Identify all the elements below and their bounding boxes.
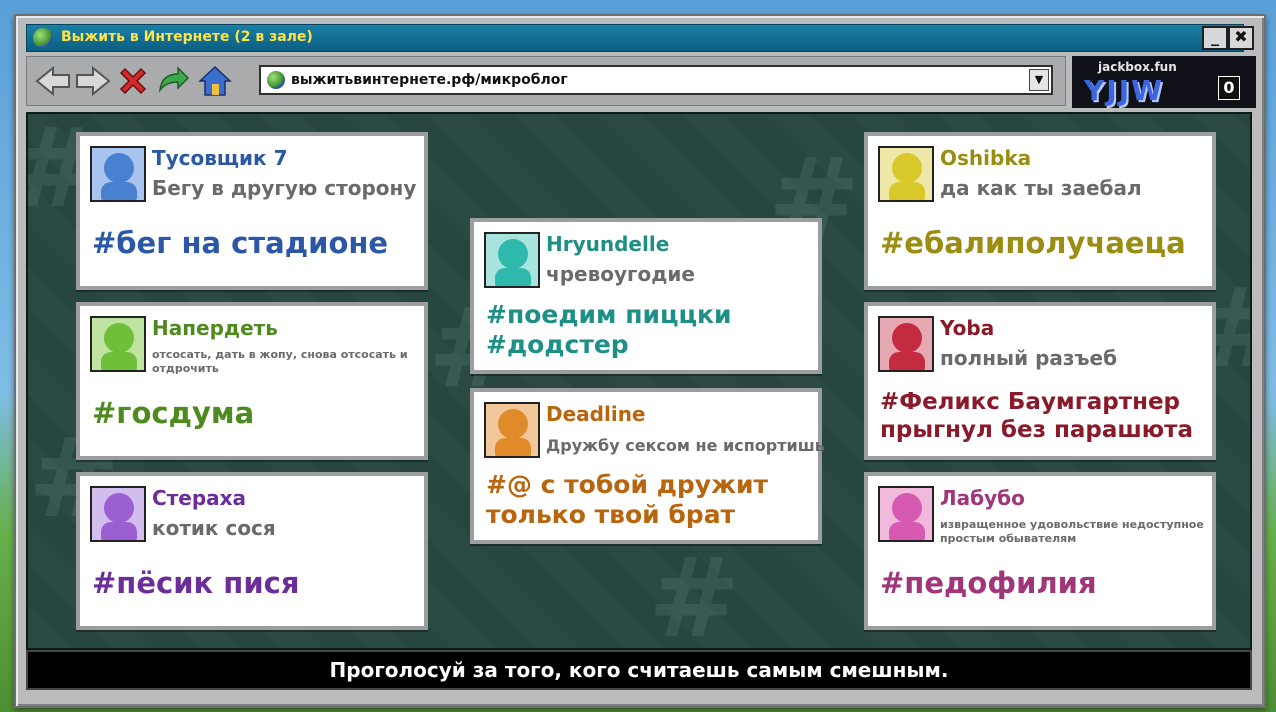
player-name: Hryundelle <box>546 232 670 256</box>
close-button[interactable]: ✖ <box>1228 26 1254 50</box>
avatar <box>484 232 540 288</box>
forward-arrow-icon[interactable] <box>75 64 111 98</box>
post-status: полный разъеб <box>940 346 1118 370</box>
avatar-body-icon <box>101 352 137 370</box>
instruction-text: Проголосуй за того, кого считаешь самым … <box>329 658 949 682</box>
player-name: Стераха <box>152 486 247 510</box>
post-hashtag: #пёсик пися <box>92 566 300 600</box>
avatar <box>90 316 146 372</box>
post-card[interactable]: Стераха котик сося #пёсик пися <box>76 472 428 630</box>
avatar-head-icon <box>892 153 922 183</box>
avatar <box>484 402 540 458</box>
avatar <box>878 146 934 202</box>
avatar-head-icon <box>892 323 922 353</box>
post-card[interactable]: Hryundelle чревоугодие #поедим пиццки #д… <box>470 218 822 374</box>
avatar-head-icon <box>104 323 134 353</box>
browser-window: Выжить в Интернете (2 в зале) _ ✖ выжить… <box>14 14 1266 708</box>
avatar-body-icon <box>889 522 925 540</box>
player-name: Напердеть <box>152 316 278 340</box>
hash-decoration-icon: # <box>648 534 741 650</box>
post-card[interactable]: Напердеть отсосать, дать в жопу, снова о… <box>76 302 428 460</box>
avatar-body-icon <box>101 182 137 200</box>
audience-count: 0 <box>1218 76 1240 100</box>
globe-icon <box>267 71 285 89</box>
avatar-body-icon <box>495 268 531 286</box>
post-hashtag: #ебалиполучаеца <box>880 226 1186 260</box>
player-name: Лабубо <box>940 486 1025 510</box>
refresh-icon[interactable] <box>155 64 191 98</box>
post-hashtag: #Феликс Баумгартнер прыгнул без парашюта <box>880 389 1193 443</box>
home-icon[interactable] <box>197 64 233 98</box>
post-hashtag: #педофилия <box>880 566 1097 600</box>
post-hashtag: #поедим пиццки #додстер <box>486 300 732 359</box>
player-name: Yoba <box>940 316 995 340</box>
post-card[interactable]: Yoba полный разъеб #Феликс Баумгартнер п… <box>864 302 1216 460</box>
avatar-body-icon <box>101 522 137 540</box>
post-status: отсосать, дать в жопу, снова отсосать и … <box>152 348 408 375</box>
post-status: котик сося <box>152 516 276 540</box>
post-status: да как ты заебал <box>940 176 1142 200</box>
post-hashtag: #@ с тобой дружит только твой брат <box>486 470 768 529</box>
player-name: Oshibka <box>940 146 1032 170</box>
room-code-logo: jackbox.fun YJJW 0 <box>1072 56 1256 108</box>
window-title: Выжить в Интернете (2 в зале) <box>61 29 313 45</box>
post-status: чревоугодие <box>546 262 695 286</box>
avatar <box>878 316 934 372</box>
avatar <box>878 486 934 542</box>
avatar-body-icon <box>495 438 531 456</box>
title-bar: Выжить в Интернете (2 в зале) <box>26 24 1244 52</box>
avatar <box>90 146 146 202</box>
back-arrow-icon[interactable] <box>35 64 71 98</box>
globe-icon <box>33 28 53 48</box>
chevron-down-icon[interactable]: ▼ <box>1029 69 1049 91</box>
avatar <box>90 486 146 542</box>
minimize-button[interactable]: _ <box>1202 26 1228 50</box>
address-bar[interactable]: выжитьвинтернете.рф/микроблог ▼ <box>259 65 1053 95</box>
url-text: выжитьвинтернете.рф/микроблог <box>291 72 568 88</box>
site-label: jackbox.fun <box>1098 60 1177 74</box>
player-name: Deadline <box>546 402 646 426</box>
avatar-body-icon <box>889 182 925 200</box>
post-card[interactable]: Тусовщик 7 Бегу в другую сторону #бег на… <box>76 132 428 290</box>
avatar-head-icon <box>104 153 134 183</box>
microblog-board: # # # # # # Тусовщик 7 Бегу в другую сто… <box>26 112 1252 650</box>
avatar-head-icon <box>892 493 922 523</box>
post-status: извращенное удовольствие недоступное про… <box>940 518 1204 545</box>
stop-icon[interactable] <box>115 64 151 98</box>
navigation-bar: выжитьвинтернете.рф/микроблог ▼ <box>26 56 1066 106</box>
avatar-head-icon <box>498 409 528 439</box>
avatar-body-icon <box>889 352 925 370</box>
post-card[interactable]: Oshibka да как ты заебал #ебалиполучаеца <box>864 132 1216 290</box>
post-card[interactable]: Deadline Дружбу сексом не испортишь #@ с… <box>470 388 825 544</box>
avatar-head-icon <box>104 493 134 523</box>
post-hashtag: #госдума <box>92 396 255 430</box>
instruction-bar: Проголосуй за того, кого считаешь самым … <box>26 650 1252 690</box>
post-card[interactable]: Лабубо извращенное удовольствие недоступ… <box>864 472 1216 630</box>
avatar-head-icon <box>498 239 528 269</box>
post-status: Дружбу сексом не испортишь <box>546 436 825 455</box>
post-status: Бегу в другую сторону <box>152 176 417 200</box>
player-name: Тусовщик 7 <box>152 146 288 170</box>
room-code: YJJW <box>1084 74 1164 107</box>
post-hashtag: #бег на стадионе <box>92 226 389 260</box>
